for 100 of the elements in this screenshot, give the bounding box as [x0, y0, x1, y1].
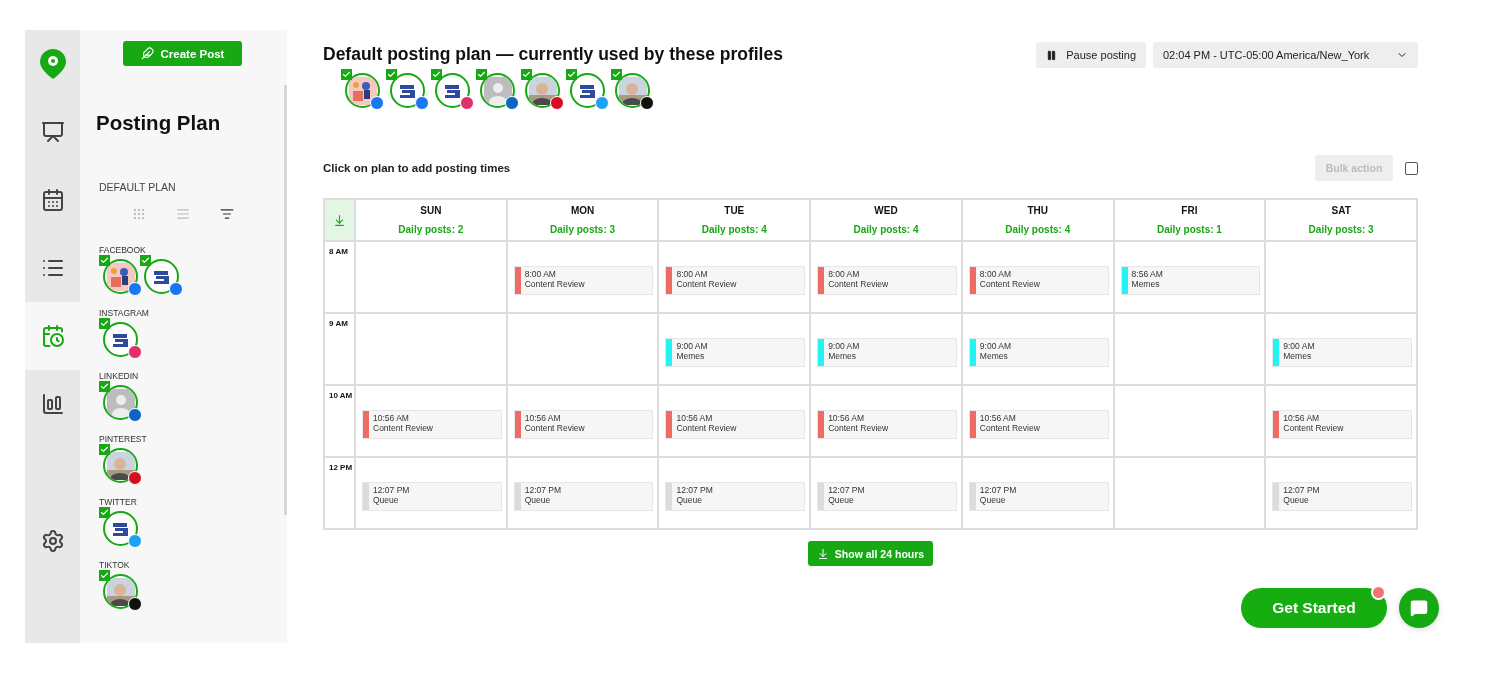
- check-icon: [612, 70, 621, 79]
- checkbox[interactable]: [99, 255, 110, 266]
- checkbox[interactable]: [99, 318, 110, 329]
- post-category: Content Review: [828, 423, 889, 433]
- post-slot[interactable]: 8:00 AM Content Review: [968, 266, 1109, 295]
- checkbox[interactable]: [99, 444, 110, 455]
- pause-posting-button[interactable]: Pause posting: [1036, 42, 1146, 68]
- post-category: Memes: [1283, 351, 1313, 361]
- post-time: 8:00 AM: [676, 269, 709, 279]
- post-time: 12:07 PM: [676, 485, 713, 495]
- daily-posts-count: Daily posts: 4: [853, 224, 919, 235]
- post-time: 8:00 AM: [828, 269, 861, 279]
- time-slot[interactable]: 8:00 AM Content Review: [962, 242, 1113, 312]
- collapse-icon[interactable]: [333, 213, 346, 227]
- checkbox[interactable]: [566, 69, 577, 80]
- post-slot[interactable]: 8:00 AM Content Review: [817, 266, 957, 295]
- post-category: Content Review: [524, 279, 585, 289]
- time-slot[interactable]: 12:07 PM Queue: [507, 458, 658, 528]
- network-label: INSTAGRAM: [99, 308, 150, 318]
- checkbox[interactable]: [99, 381, 110, 392]
- time-slot[interactable]: 10:56 AM Content Review: [659, 386, 810, 456]
- time-slot[interactable]: 9:00 AM Memes: [962, 314, 1113, 384]
- time-slot[interactable]: 12:07 PM Queue: [811, 458, 961, 528]
- post-slot[interactable]: 8:00 AM Content Review: [513, 266, 654, 295]
- post-time: 10:56 AM: [828, 413, 866, 423]
- rows-view-icon[interactable]: [176, 207, 190, 221]
- post-category: Memes: [828, 351, 857, 361]
- checkbox[interactable]: [431, 69, 442, 80]
- checkbox[interactable]: [99, 507, 110, 518]
- post-category: Content Review: [979, 423, 1040, 433]
- chat-button[interactable]: [1399, 588, 1439, 628]
- post-slot[interactable]: 12:07 PM Queue: [817, 482, 957, 511]
- post-time: 12:07 PM: [828, 485, 865, 495]
- check-icon: [141, 256, 150, 265]
- check-icon: [100, 571, 109, 580]
- post-slot[interactable]: 10:56 AM Content Review: [362, 410, 502, 439]
- post-category: Queue: [828, 495, 855, 505]
- timezone-dropdown[interactable]: 02:04 PM - UTC-05:00 America/New_York: [1153, 42, 1418, 68]
- time-slot[interactable]: 8:56 AM Memes: [1114, 242, 1265, 312]
- network-label: TIKTOK: [99, 560, 131, 570]
- post-category: Content Review: [676, 423, 737, 433]
- post-slot[interactable]: 8:00 AM Content Review: [665, 266, 806, 295]
- post-time: 12:07 PM: [979, 485, 1017, 495]
- time-slot[interactable]: 9:00 AM Memes: [659, 314, 810, 384]
- time-slot[interactable]: 12:07 PM Queue: [659, 458, 810, 528]
- post-category: Queue: [1283, 495, 1310, 505]
- checkbox[interactable]: [99, 570, 110, 581]
- post-time: 9:00 AM: [1283, 341, 1315, 351]
- post-slot[interactable]: 12:07 PM Queue: [665, 482, 806, 511]
- check-icon: [100, 445, 109, 454]
- time-slot[interactable]: 10:56 AM Content Review: [1266, 386, 1416, 456]
- post-time: 10:56 AM: [979, 413, 1017, 423]
- post-slot[interactable]: 10:56 AM Content Review: [817, 410, 957, 439]
- checkbox[interactable]: [611, 69, 622, 80]
- post-slot[interactable]: 9:00 AM Memes: [665, 338, 806, 367]
- time-slot[interactable]: 12:07 PM Queue: [962, 458, 1113, 528]
- time-slot[interactable]: 9:00 AM Memes: [1266, 314, 1416, 384]
- hour-label: 10 AM: [325, 386, 354, 456]
- post-slot[interactable]: 12:07 PM Queue: [362, 482, 502, 511]
- post-slot[interactable]: 9:00 AM Memes: [1272, 338, 1412, 367]
- time-slot[interactable]: 10:56 AM Content Review: [507, 386, 658, 456]
- checkbox[interactable]: [521, 69, 532, 80]
- checkbox[interactable]: [341, 69, 352, 80]
- time-slot[interactable]: 10:56 AM Content Review: [356, 386, 506, 456]
- checkbox[interactable]: [140, 255, 151, 266]
- day-name: FRI: [1181, 205, 1198, 216]
- post-slot[interactable]: 9:00 AM Memes: [968, 338, 1109, 367]
- check-icon: [100, 256, 109, 265]
- arrow-down-icon: [816, 547, 829, 560]
- time-slot[interactable]: 8:00 AM Content Review: [659, 242, 810, 312]
- time-slot[interactable]: 12:07 PM Queue: [1266, 458, 1416, 528]
- time-slot[interactable]: 10:56 AM Content Review: [811, 386, 961, 456]
- day-name: MON: [570, 205, 595, 216]
- select-all-checkbox[interactable]: [1405, 161, 1418, 175]
- post-category: Queue: [524, 495, 552, 505]
- time-slot[interactable]: 8:00 AM Content Review: [507, 242, 658, 312]
- check-icon: [567, 70, 576, 79]
- post-slot[interactable]: 12:07 PM Queue: [513, 482, 654, 511]
- time-slot[interactable]: 12:07 PM Queue: [356, 458, 506, 528]
- post-slot[interactable]: 10:56 AM Content Review: [968, 410, 1109, 439]
- post-category: Memes: [1131, 279, 1161, 289]
- chat-icon: [1410, 599, 1428, 617]
- post-slot[interactable]: 9:00 AM Memes: [817, 338, 957, 367]
- checkbox[interactable]: [476, 69, 487, 80]
- post-slot[interactable]: 8:56 AM Memes: [1120, 266, 1261, 295]
- post-slot[interactable]: 12:07 PM Queue: [1272, 482, 1412, 511]
- post-slot[interactable]: 10:56 AM Content Review: [665, 410, 806, 439]
- time-slot[interactable]: 10:56 AM Content Review: [962, 386, 1113, 456]
- time-slot[interactable]: 9:00 AM Memes: [811, 314, 961, 384]
- day-name: SAT: [1331, 205, 1351, 216]
- check-icon: [432, 70, 441, 79]
- post-slot[interactable]: 10:56 AM Content Review: [513, 410, 654, 439]
- post-slot[interactable]: 10:56 AM Content Review: [1272, 410, 1412, 439]
- post-time: 9:00 AM: [979, 341, 1012, 351]
- post-slot[interactable]: 12:07 PM Queue: [968, 482, 1109, 511]
- day-name: THU: [1027, 205, 1048, 216]
- time-slot[interactable]: 8:00 AM Content Review: [811, 242, 961, 312]
- sort-icon[interactable]: [220, 207, 234, 221]
- checkbox[interactable]: [386, 69, 397, 80]
- grid-view-icon[interactable]: [132, 207, 146, 221]
